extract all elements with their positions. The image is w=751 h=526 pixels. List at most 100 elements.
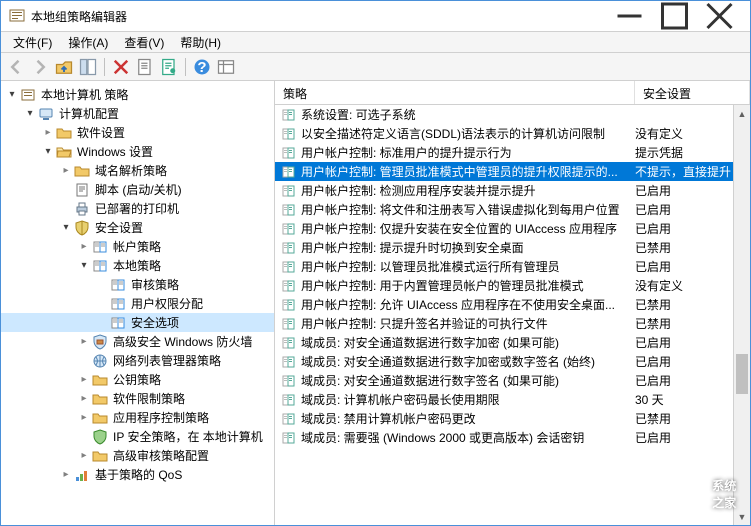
tree-public-key-icon bbox=[92, 372, 108, 388]
list-row[interactable]: 用户帐户控制: 检测应用程序安装并提示提升已启用 bbox=[275, 181, 750, 200]
menu-file[interactable]: 文件(F) bbox=[5, 32, 60, 53]
tree-audit-policy[interactable]: 审核策略 bbox=[1, 275, 274, 294]
list-row[interactable]: 域成员: 对安全通道数据进行数字加密 (如果可能)已启用 bbox=[275, 333, 750, 352]
tree-advanced-firewall[interactable]: 高级安全 Windows 防火墙 bbox=[1, 332, 274, 351]
policy-item-icon bbox=[281, 297, 297, 313]
list-row[interactable]: 用户帐户控制: 以管理员批准模式运行所有管理员已启用 bbox=[275, 257, 750, 276]
back-button[interactable] bbox=[5, 56, 27, 78]
vertical-scrollbar[interactable]: ▲ ▼ bbox=[733, 105, 750, 525]
help-button[interactable]: ? bbox=[191, 56, 213, 78]
list-body[interactable]: 系统设置: 可选子系统以安全描述符定义语言(SDDL)语法表示的计算机访问限制没… bbox=[275, 105, 750, 525]
tree-software-restriction[interactable]: 软件限制策略 bbox=[1, 389, 274, 408]
tree-root-icon bbox=[20, 87, 36, 103]
list-row[interactable]: 用户帐户控制: 标准用户的提升提示行为提示凭据 bbox=[275, 143, 750, 162]
tree-computer-config[interactable]: 计算机配置 bbox=[1, 104, 274, 123]
expander-icon[interactable] bbox=[77, 392, 91, 406]
tree-security-settings[interactable]: 安全设置 bbox=[1, 218, 274, 237]
scroll-track[interactable] bbox=[734, 122, 750, 508]
list-row[interactable]: 域成员: 对安全通道数据进行数字签名 (如果可能)已启用 bbox=[275, 371, 750, 390]
up-button[interactable] bbox=[53, 56, 75, 78]
expander-icon[interactable] bbox=[59, 164, 73, 178]
policy-item-icon bbox=[281, 392, 297, 408]
list-header: 策略 安全设置 bbox=[275, 81, 750, 105]
expander-icon[interactable] bbox=[41, 126, 55, 140]
tree-policy-qos[interactable]: 基于策略的 QoS bbox=[1, 465, 274, 484]
tree-windows-settings[interactable]: Windows 设置 bbox=[1, 142, 274, 161]
scroll-up-button[interactable]: ▲ bbox=[734, 105, 750, 122]
expander-icon[interactable] bbox=[77, 411, 91, 425]
tree-root[interactable]: 本地计算机 策略 bbox=[1, 85, 274, 104]
list-row[interactable]: 用户帐户控制: 将文件和注册表写入错误虚拟化到每用户位置已启用 bbox=[275, 200, 750, 219]
list-row[interactable]: 用户帐户控制: 仅提升安装在安全位置的 UIAccess 应用程序已启用 bbox=[275, 219, 750, 238]
row-policy-text: 域成员: 对安全通道数据进行数字签名 (如果可能) bbox=[301, 372, 635, 389]
menu-action[interactable]: 操作(A) bbox=[60, 32, 116, 53]
tree-local-policies[interactable]: 本地策略 bbox=[1, 256, 274, 275]
titlebar: 本地组策略编辑器 bbox=[1, 1, 750, 31]
expander-icon[interactable] bbox=[5, 88, 19, 102]
list-row[interactable]: 以安全描述符定义语言(SDDL)语法表示的计算机访问限制没有定义 bbox=[275, 124, 750, 143]
toolbar: ? bbox=[1, 53, 750, 81]
expander-icon[interactable] bbox=[41, 145, 55, 159]
properties-button[interactable] bbox=[158, 56, 180, 78]
tree-software-settings[interactable]: 软件设置 bbox=[1, 123, 274, 142]
tree-user-rights[interactable]: 用户权限分配 bbox=[1, 294, 274, 313]
expander-icon[interactable] bbox=[77, 259, 91, 273]
maximize-button[interactable] bbox=[652, 1, 697, 31]
tree-node-label: 域名解析策略 bbox=[93, 161, 169, 180]
policy-item-icon bbox=[281, 411, 297, 427]
tree-node-label: 脚本 (启动/关机) bbox=[93, 180, 184, 199]
policy-item-icon bbox=[281, 316, 297, 332]
expander-icon[interactable] bbox=[77, 335, 91, 349]
expander-icon[interactable] bbox=[59, 468, 73, 482]
row-policy-text: 域成员: 对安全通道数据进行数字加密或数字签名 (始终) bbox=[301, 353, 635, 370]
tree-node-label: 高级安全 Windows 防火墙 bbox=[111, 332, 254, 351]
scroll-down-button[interactable]: ▼ bbox=[734, 508, 750, 525]
tree-node-label: 帐户策略 bbox=[111, 237, 163, 256]
tree-ip-security[interactable]: IP 安全策略，在 本地计算机 bbox=[1, 427, 274, 446]
expander-icon[interactable] bbox=[77, 373, 91, 387]
forward-button[interactable] bbox=[29, 56, 51, 78]
view-options-button[interactable] bbox=[215, 56, 237, 78]
menu-help[interactable]: 帮助(H) bbox=[172, 32, 229, 53]
tree-advanced-audit[interactable]: 高级审核策略配置 bbox=[1, 446, 274, 465]
list-row[interactable]: 用户帐户控制: 提示提升时切换到安全桌面已禁用 bbox=[275, 238, 750, 257]
expander-icon[interactable] bbox=[59, 221, 73, 235]
tree-network-list[interactable]: 网络列表管理器策略 bbox=[1, 351, 274, 370]
list-row[interactable]: 用户帐户控制: 用于内置管理员帐户的管理员批准模式没有定义 bbox=[275, 276, 750, 295]
list-row[interactable]: 用户帐户控制: 管理员批准模式中管理员的提升权限提示的...不提示，直接提升 bbox=[275, 162, 750, 181]
column-header-policy[interactable]: 策略 bbox=[275, 81, 635, 104]
tree-security-options[interactable]: 安全选项 bbox=[1, 313, 274, 332]
tree-scripts[interactable]: 脚本 (启动/关机) bbox=[1, 180, 274, 199]
tree-node-label: 已部署的打印机 bbox=[93, 199, 181, 218]
export-button[interactable] bbox=[134, 56, 156, 78]
tree-deployed-printers[interactable]: 已部署的打印机 bbox=[1, 199, 274, 218]
list-row[interactable]: 域成员: 计算机帐户密码最长使用期限30 天 bbox=[275, 390, 750, 409]
delete-button[interactable] bbox=[110, 56, 132, 78]
policy-item-icon bbox=[281, 278, 297, 294]
menu-view[interactable]: 查看(V) bbox=[116, 32, 172, 53]
tree-name-resolution[interactable]: 域名解析策略 bbox=[1, 161, 274, 180]
expander-icon[interactable] bbox=[77, 240, 91, 254]
tree-pane[interactable]: 本地计算机 策略计算机配置软件设置Windows 设置域名解析策略脚本 (启动/… bbox=[1, 81, 275, 525]
list-row[interactable]: 域成员: 禁用计算机帐户密码更改已禁用 bbox=[275, 409, 750, 428]
row-policy-text: 域成员: 对安全通道数据进行数字加密 (如果可能) bbox=[301, 334, 635, 351]
tree-node-label: 应用程序控制策略 bbox=[111, 408, 211, 427]
tree-account-policies[interactable]: 帐户策略 bbox=[1, 237, 274, 256]
tree-ip-security-icon bbox=[92, 429, 108, 445]
list-row[interactable]: 用户帐户控制: 只提升签名并验证的可执行文件已禁用 bbox=[275, 314, 750, 333]
list-row[interactable]: 域成员: 对安全通道数据进行数字加密或数字签名 (始终)已启用 bbox=[275, 352, 750, 371]
tree-public-key[interactable]: 公钥策略 bbox=[1, 370, 274, 389]
show-hide-tree-button[interactable] bbox=[77, 56, 99, 78]
expander-icon[interactable] bbox=[77, 449, 91, 463]
list-row[interactable]: 域成员: 需要强 (Windows 2000 或更高版本) 会话密钥已启用 bbox=[275, 428, 750, 447]
expander-icon[interactable] bbox=[23, 107, 37, 121]
app-icon bbox=[9, 8, 25, 24]
window-controls bbox=[607, 1, 742, 31]
column-header-setting[interactable]: 安全设置 bbox=[635, 81, 750, 104]
minimize-button[interactable] bbox=[607, 1, 652, 31]
scroll-thumb[interactable] bbox=[736, 354, 748, 394]
tree-app-control[interactable]: 应用程序控制策略 bbox=[1, 408, 274, 427]
list-row[interactable]: 用户帐户控制: 允许 UIAccess 应用程序在不使用安全桌面...已禁用 bbox=[275, 295, 750, 314]
list-row[interactable]: 系统设置: 可选子系统 bbox=[275, 105, 750, 124]
close-button[interactable] bbox=[697, 1, 742, 31]
